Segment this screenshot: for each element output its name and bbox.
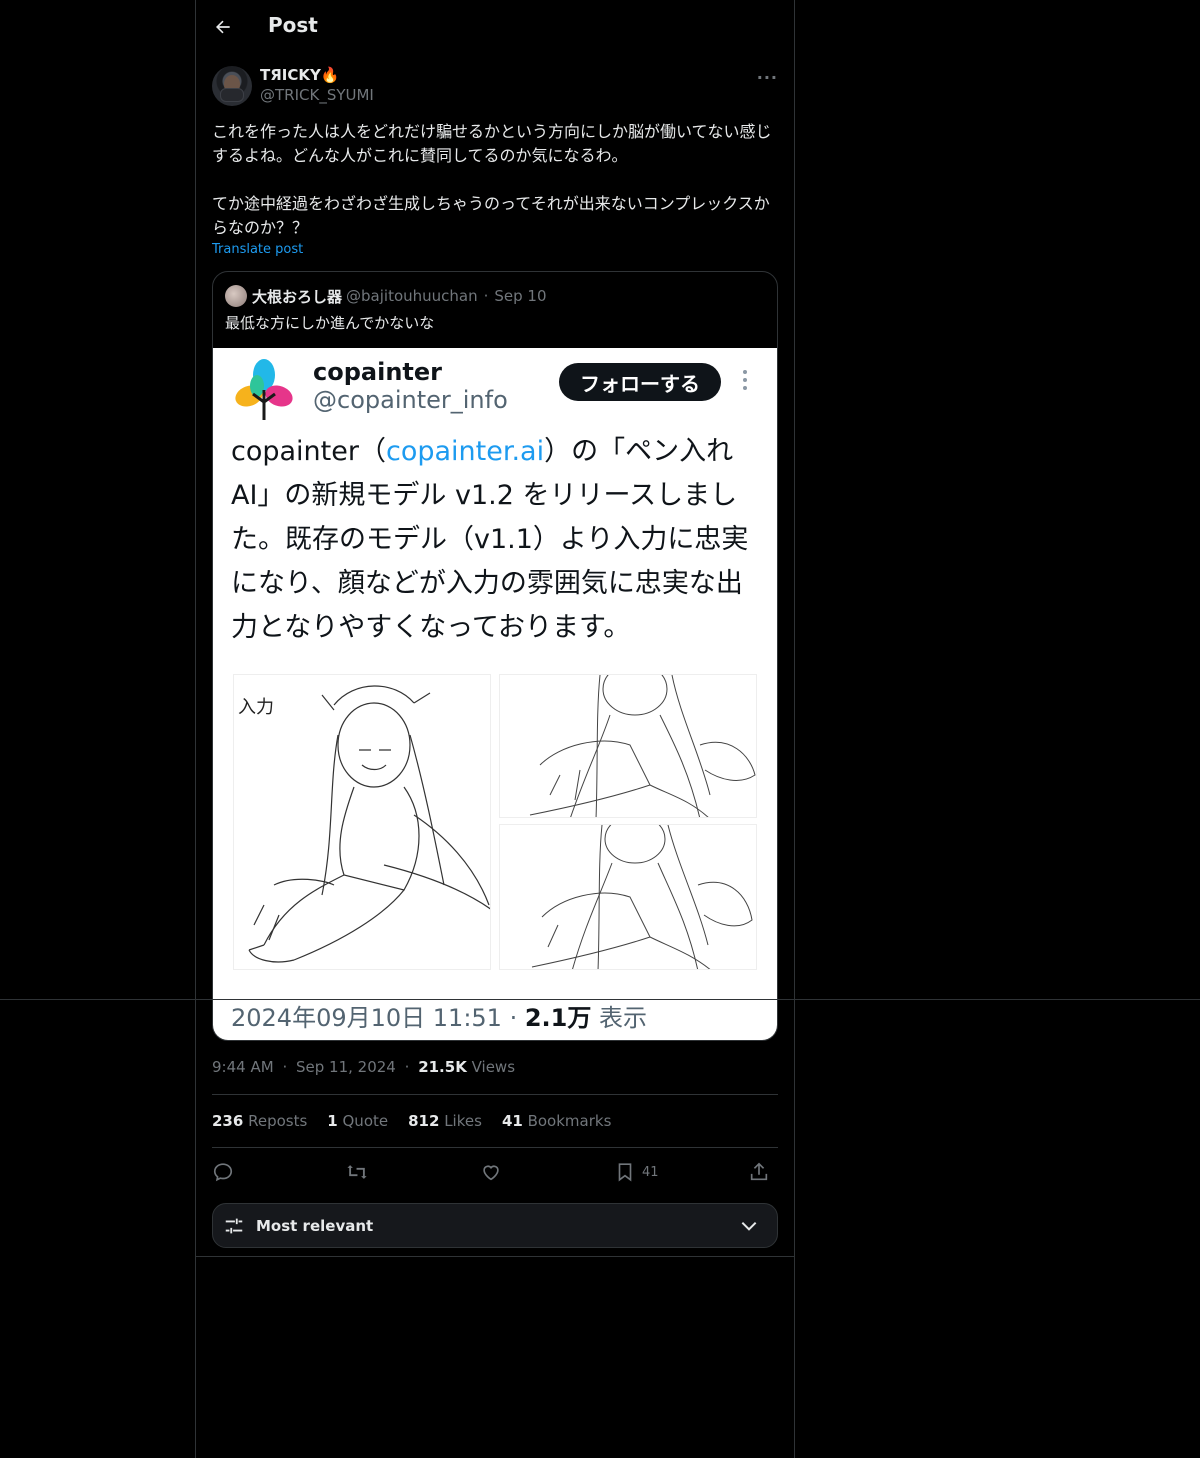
quoted-author-handle: @bajitouhuuchan [346,287,478,305]
bookmarks-stat[interactable]: 41 Bookmarks [502,1112,611,1130]
input-label: 入力 [238,697,274,718]
chevron-down-icon [741,1221,757,1231]
reply-button[interactable] [212,1158,234,1186]
sort-label: Most relevant [256,1217,374,1235]
screenshot-meta-views-label: 表示 [591,1004,647,1032]
quoted-text: 最低な方にしか進んでかないな [225,314,435,332]
page-title: Post [268,13,318,37]
page-header: Post [196,0,794,54]
screenshot-account-name: copainter [313,358,442,386]
repost-button[interactable] [346,1158,368,1186]
reply-sort-dropdown[interactable]: Most relevant [212,1203,778,1248]
sliders-icon [225,1218,243,1234]
bookmark-count: 41 [642,1164,659,1180]
quoted-separator: · [483,287,489,305]
quoted-post[interactable]: 大根おろし器 @bajitouhuuchan · Sep 10 最低な方にしか進… [212,271,778,1041]
main-column: Post TЯICKY🔥 @TRICK_SYUMI ··· これを作った人は人を… [195,0,795,1458]
quotes-count: 1 [327,1112,338,1130]
meta-separator-2: · [404,1058,410,1076]
quotes-stat[interactable]: 1 Quote [327,1112,388,1130]
repost-icon [347,1165,367,1179]
post-meta: 9:44 AM · Sep 11, 2024 · 21.5K Views [212,1058,515,1076]
post-time[interactable]: 9:44 AM [212,1058,274,1076]
post-author: TЯICKY🔥 @TRICK_SYUMI ··· [212,66,778,108]
meta-separator: · [282,1058,288,1076]
views-label: Views [471,1058,516,1076]
view-count: 21.5K [418,1058,467,1076]
share-button[interactable] [748,1158,770,1186]
likes-count: 812 [408,1112,440,1130]
action-bar: 41 [212,1158,778,1186]
back-button[interactable] [210,14,236,40]
divider [212,1147,778,1148]
screenshot-meta-time: 2024年09月10日 11:51 [231,1004,502,1032]
quoted-avatar [225,285,247,307]
like-button[interactable] [480,1158,502,1186]
likes-label: Likes [444,1112,482,1130]
back-arrow-icon [216,20,230,34]
reposts-count: 236 [212,1112,244,1130]
screenshot-link: copainter.ai [385,436,545,467]
more-icon[interactable]: ··· [757,68,778,87]
quoted-post-header: 大根おろし器 @bajitouhuuchan · Sep 10 [225,284,547,308]
screenshot-meta-separator: · [501,1004,525,1032]
post-text: これを作った人は人をどれだけ騙せるかという方向にしか脳が働いてない感じするよね。… [212,122,772,237]
post-date[interactable]: Sep 11, 2024 [296,1058,396,1076]
output-lineart-image-2 [499,824,757,970]
quoted-author-name: 大根おろし器 [252,287,343,306]
bookmark-button[interactable]: 41 [614,1158,659,1186]
divider [196,1256,794,1257]
reposts-label: Reposts [248,1112,308,1130]
bookmark-icon [618,1163,632,1182]
engagement-stats: 236 Reposts 1 Quote 812 Likes 41 Bookmar… [212,1112,611,1130]
screenshot-more-icon [741,370,749,390]
bookmarks-label: Bookmarks [527,1112,612,1130]
divider [212,1094,778,1095]
input-sketch-image: 入力 [233,674,491,970]
screenshot-meta: 2024年09月10日 11:51 · 2.1万 表示 [231,998,647,1033]
translate-post-link[interactable]: Translate post [212,242,303,257]
reply-icon [213,1163,233,1182]
screenshot-text: copainter（copainter.ai）の「ペン入れAI」の新規モデル v… [231,430,761,650]
copainter-logo [235,359,293,420]
avatar[interactable] [212,66,252,106]
screenshot-text-start: copainter（ [231,436,386,467]
screenshot-account-handle: @copainter_info [313,386,508,414]
screenshot-text-end: ）の「ペン入れAI」の新規モデル v1.2 をリリースしました。既存のモデル（v… [231,436,749,643]
quotes-label: Quote [342,1112,389,1130]
quoted-date: Sep 10 [494,287,547,305]
author-handle[interactable]: @TRICK_SYUMI [260,86,374,104]
share-icon [750,1162,768,1181]
like-icon [483,1165,499,1181]
output-lineart-image-1 [499,674,757,818]
horizontal-guide-line [0,999,1200,1000]
screenshot-meta-views: 2.1万 [524,1004,592,1032]
quoted-screenshot-image[interactable]: copainter @copainter_info フォローする copaint… [213,348,777,1040]
screenshot-follow-button: フォローする [559,363,721,401]
bookmarks-count: 41 [501,1112,523,1130]
likes-stat[interactable]: 812 Likes [408,1112,482,1130]
author-name[interactable]: TЯICKY🔥 [260,66,340,84]
reposts-stat[interactable]: 236 Reposts [212,1112,307,1130]
